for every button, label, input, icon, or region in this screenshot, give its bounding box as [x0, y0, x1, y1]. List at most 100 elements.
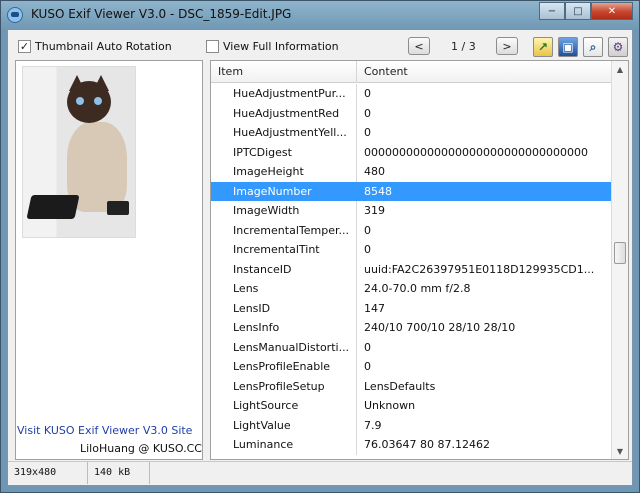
minimize-button[interactable]: − [539, 2, 565, 20]
cell-item: LightValue [211, 415, 357, 435]
prev-page-button[interactable]: < [408, 37, 430, 55]
cell-content: 0 [364, 106, 371, 120]
search-icon: ⌕ [589, 39, 597, 54]
cell-item: LightSource [211, 396, 357, 416]
page-indicator: 1 / 3 [451, 40, 476, 53]
cell-item: LensManualDistorti... [211, 337, 357, 357]
exif-table: Item Content HueAdjustmentPur... 0 HueAdju… [210, 60, 629, 460]
cat-head-shape [67, 81, 111, 123]
cell-content: 319 [364, 204, 385, 217]
table-row[interactable]: IncrementalTint 0 [211, 240, 611, 260]
table-row[interactable]: HueAdjustmentRed 0 [211, 103, 611, 123]
chevron-right-icon: > [502, 39, 512, 53]
table-row[interactable]: IPTCDigest 000000000000000000000000000000… [211, 142, 611, 162]
table-row[interactable]: HueAdjustmentPur... 0 [211, 84, 611, 104]
status-file-size: 140 kB [88, 462, 150, 484]
cell-item: LensID [211, 298, 357, 318]
table-row[interactable]: LensID 147 [211, 298, 611, 318]
app-window: KUSO Exif Viewer V3.0 - DSC_1859-Edit.JP… [0, 0, 640, 493]
scroll-down-icon[interactable]: ▼ [612, 443, 628, 459]
cell-item: ImageNumber [211, 181, 357, 201]
open-folder-button[interactable]: ↗ [533, 37, 553, 57]
table-header: Item Content [211, 61, 611, 83]
vertical-scrollbar[interactable]: ▲ ▼ [611, 61, 628, 459]
scrollbar-thumb[interactable] [614, 242, 626, 264]
thumbnail-panel [15, 60, 203, 460]
table-row[interactable]: LensManualDistorti... 0 [211, 337, 611, 357]
settings-icon: ⚙ [612, 40, 624, 54]
status-empty [150, 462, 632, 484]
table-row[interactable]: Luminance 76.03647 80 87.12462 [211, 435, 611, 455]
cell-content: 24.0-70.0 mm f/2.8 [364, 282, 471, 295]
cell-item: InstanceID [211, 259, 357, 279]
cell-item: LensProfileEnable [211, 357, 357, 377]
table-row[interactable]: Lens 24.0-70.0 mm f/2.8 [211, 279, 611, 299]
table-row[interactable]: IncrementalTemper... 0 [211, 220, 611, 240]
cell-item: LensProfileSetup [211, 376, 357, 396]
status-dimensions: 319x480 [8, 462, 88, 484]
device-shape [107, 201, 129, 215]
cell-content: 0 [364, 360, 371, 373]
table-row[interactable]: LensProfileEnable 0 [211, 357, 611, 377]
checkbox-checked-icon[interactable]: ✓ [18, 40, 31, 53]
cell-content: 8548 [364, 184, 392, 198]
app-icon [7, 7, 23, 23]
cell-content: Unknown [364, 399, 416, 412]
cell-item: ImageHeight [211, 162, 357, 182]
table-row[interactable]: LightSource Unknown [211, 396, 611, 416]
cell-item: HueAdjustmentYell... [211, 123, 357, 143]
cell-content: 76.03647 80 87.12462 [364, 438, 490, 451]
save-button[interactable]: ▣ [558, 37, 578, 57]
cell-content: 147 [364, 301, 385, 315]
cell-item: HueAdjustmentPur... [211, 84, 357, 104]
window-title: KUSO Exif Viewer V3.0 - DSC_1859-Edit.JP… [31, 7, 292, 21]
cell-content: 0 [364, 223, 371, 237]
cell-item: IncrementalTint [211, 240, 357, 260]
table-row[interactable]: InstanceID uuid:FA2C26397951E0118D129935C… [211, 259, 611, 279]
table-row[interactable]: ImageNumber 8548 [211, 181, 611, 201]
table-row[interactable]: ImageHeight 480 [211, 162, 611, 182]
device-shape [26, 195, 80, 219]
cell-content: 0 [364, 87, 371, 100]
column-header-content[interactable]: Content [357, 61, 611, 83]
title-bar[interactable]: KUSO Exif Viewer V3.0 - DSC_1859-Edit.JP… [1, 1, 639, 29]
cell-content: 00000000000000000000000000000000 [364, 145, 588, 159]
cell-content: 0 [364, 340, 371, 354]
cell-item: HueAdjustmentRed [211, 103, 357, 123]
cell-content: LensDefaults [364, 379, 436, 393]
cell-content: 480 [364, 165, 385, 178]
next-page-button[interactable]: > [496, 37, 518, 55]
status-bar: 319x480 140 kB [8, 461, 632, 485]
client-area: ✓ Thumbnail Auto Rotation View Full Info… [7, 29, 633, 486]
table-row[interactable]: LensProfileSetup LensDefaults [211, 376, 611, 396]
cell-content: 7.9 [364, 418, 382, 432]
table-row[interactable]: LightValue 7.9 [211, 415, 611, 435]
cell-content: 0 [364, 243, 371, 256]
search-button[interactable]: ⌕ [583, 37, 603, 57]
view-full-information-checkbox[interactable]: View Full Information [206, 40, 339, 53]
view-full-information-label: View Full Information [223, 40, 339, 53]
chevron-left-icon: < [414, 39, 424, 53]
column-header-item[interactable]: Item [211, 61, 357, 83]
table-row[interactable]: ImageWidth 319 [211, 201, 611, 221]
thumbnail-auto-rotation-checkbox[interactable]: ✓ Thumbnail Auto Rotation [18, 40, 172, 53]
cell-item: ImageWidth [211, 201, 357, 221]
cell-content: 240/10 700/10 28/10 28/10 [364, 321, 516, 334]
close-button[interactable]: ✕ [591, 2, 633, 20]
save-icon: ▣ [562, 40, 574, 54]
cell-item: Luminance [211, 435, 357, 455]
cell-content: uuid:FA2C26397951E0118D129935CD1... [364, 262, 595, 276]
open-folder-icon: ↗ [537, 40, 549, 54]
settings-button[interactable]: ⚙ [608, 37, 628, 57]
table-body: HueAdjustmentPur... 0 HueAdjustmentRed 0 Hue… [211, 84, 611, 455]
maximize-button[interactable]: □ [565, 2, 591, 20]
site-link[interactable]: Visit KUSO Exif Viewer V3.0 Site [17, 424, 192, 437]
cell-content: 0 [364, 126, 371, 139]
cat-eye-shape [76, 97, 84, 105]
cell-item: LensInfo [211, 318, 357, 338]
scroll-up-icon[interactable]: ▲ [612, 61, 628, 77]
table-row[interactable]: LensInfo 240/10 700/10 28/10 28/10 [211, 318, 611, 338]
cat-eye-shape [94, 97, 102, 105]
table-row[interactable]: HueAdjustmentYell... 0 [211, 123, 611, 143]
checkbox-unchecked-icon[interactable] [206, 40, 219, 53]
